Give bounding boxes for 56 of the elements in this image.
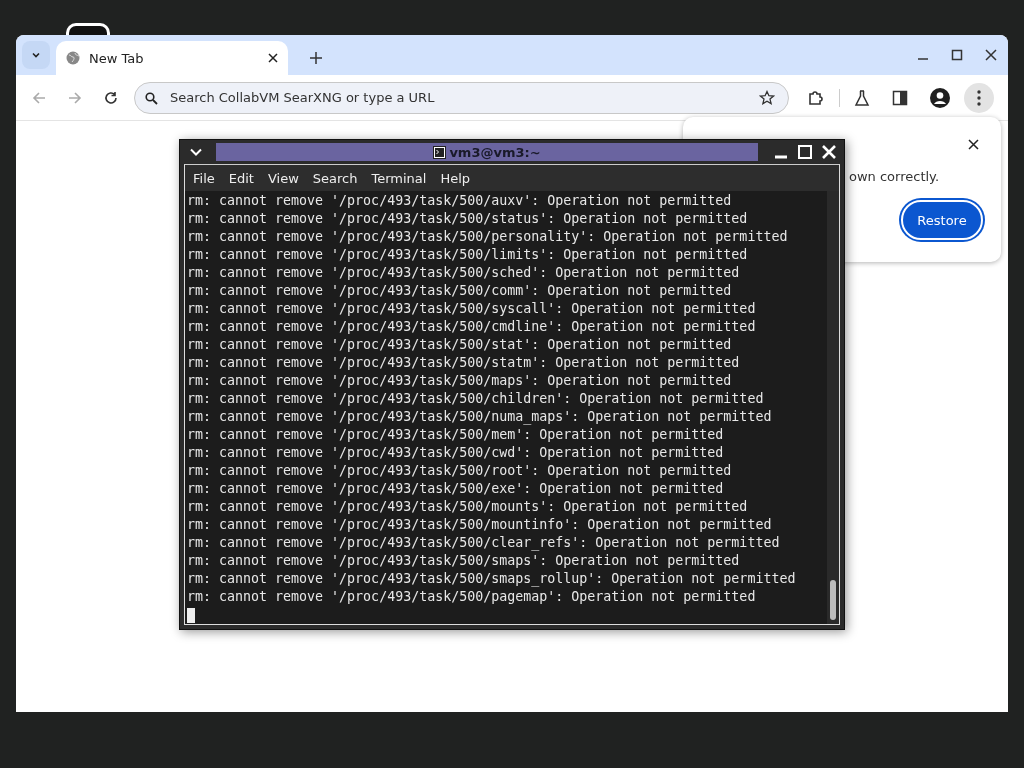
menu-item[interactable]: Search — [312, 170, 358, 186]
search-icon — [145, 91, 158, 105]
flask-icon[interactable] — [854, 89, 870, 106]
terminal-line: rm: cannot remove '/proc/493/task/500/stat': Operation not permitted — [187, 336, 733, 354]
menu-item[interactable]: Edit — [228, 170, 254, 186]
terminal-line: rm: cannot remove '/proc/493/task/500/maps': Operation not permitted — [187, 372, 733, 390]
terminal-line: rm: cannot remove '/proc/493/task/500/mem': Operation not permitted — [187, 426, 725, 444]
scrollbar-thumb[interactable] — [830, 580, 836, 620]
menu-item[interactable]: View — [267, 170, 299, 186]
puzzle-icon[interactable] — [807, 88, 825, 107]
terminal-line: rm: cannot remove '/proc/493/task/500/mountinfo': Operation not permitted — [187, 516, 773, 534]
terminal-line: rm: cannot remove '/proc/493/task/500/exe': Operation not permitted — [187, 480, 725, 498]
star-icon[interactable] — [759, 89, 775, 106]
close-icon[interactable] — [968, 139, 979, 150]
terminal-line: rm: cannot remove '/proc/493/task/500/comm': Operation not permitted — [187, 282, 733, 300]
side-panel-icon[interactable] — [892, 89, 908, 106]
globe-icon — [66, 51, 80, 65]
terminal-line: rm: cannot remove '/proc/493/task/500/children': Operation not permitted — [187, 390, 765, 408]
caret-icon — [31, 50, 41, 60]
terminal-line: rm: cannot remove '/proc/493/task/500/syscall': Operation not permitted — [187, 300, 757, 318]
terminal-line: rm: cannot remove '/proc/493/task/500/smaps': Operation not permitted — [187, 552, 741, 570]
terminal-line: rm: cannot remove '/proc/493/task/500/sched': Operation not permitted — [187, 264, 741, 282]
terminal-line: rm: cannot remove '/proc/493/task/500/status': Operation not permitted — [187, 210, 749, 228]
address-bar[interactable]: Search CollabVM SearXNG or type a URL — [134, 81, 789, 114]
menu-item[interactable]: Help — [440, 170, 471, 186]
terminal-line: rm: cannot remove '/proc/493/task/500/limits': Operation not permitted — [187, 246, 749, 264]
terminal-line: rm: cannot remove '/proc/493/task/500/smaps_rollup': Operation not permitted — [187, 570, 797, 588]
terminal-icon — [433, 145, 447, 159]
reload-icon[interactable] — [104, 90, 118, 105]
more-icon — [977, 89, 981, 106]
menu-button[interactable] — [964, 82, 994, 113]
window-menu-icon[interactable] — [190, 148, 202, 156]
avatar-icon[interactable] — [930, 87, 950, 108]
terminal-line: rm: cannot remove '/proc/493/task/500/cmdline': Operation not permitted — [187, 318, 757, 336]
terminal-line: rm: cannot remove '/proc/493/task/500/pagemap': Operation not permitted — [187, 588, 757, 606]
close-icon[interactable] — [985, 49, 997, 61]
desktop-icon[interactable] — [66, 23, 110, 35]
terminal-line: rm: cannot remove '/proc/493/task/500/root': Operation not permitted — [187, 462, 733, 480]
menu-item[interactable]: Terminal — [371, 170, 427, 186]
menu-item[interactable]: File — [193, 170, 215, 186]
terminal-line: rm: cannot remove '/proc/493/task/500/statm': Operation not permitted — [187, 354, 741, 372]
browser-tab[interactable]: New Tab — [56, 41, 288, 75]
terminal-line: rm: cannot remove '/proc/493/task/500/clear_refs': Operation not permitted — [187, 534, 781, 552]
terminal-line: rm: cannot remove '/proc/493/task/500/personality': Operation not permitted — [187, 228, 789, 246]
popup-message: own correctly. — [849, 169, 940, 184]
tab-title: New Tab — [89, 50, 145, 66]
text-cursor — [187, 608, 195, 623]
terminal-line: rm: cannot remove '/proc/493/task/500/mounts': Operation not permitted — [187, 498, 749, 516]
terminal-line: rm: cannot remove '/proc/493/task/500/numa_maps': Operation not permitted — [187, 408, 773, 426]
terminal-line: rm: cannot remove '/proc/493/task/500/cwd': Operation not permitted — [187, 444, 725, 462]
restore-button[interactable]: Restore — [901, 200, 983, 240]
maximize-icon[interactable] — [951, 49, 963, 61]
new-tab-icon[interactable] — [310, 52, 322, 64]
close-icon[interactable] — [268, 53, 278, 63]
window-title: vm3@vm3:~ — [449, 144, 541, 160]
terminal-line: rm: cannot remove '/proc/493/task/500/auxv': Operation not permitted — [187, 192, 733, 210]
